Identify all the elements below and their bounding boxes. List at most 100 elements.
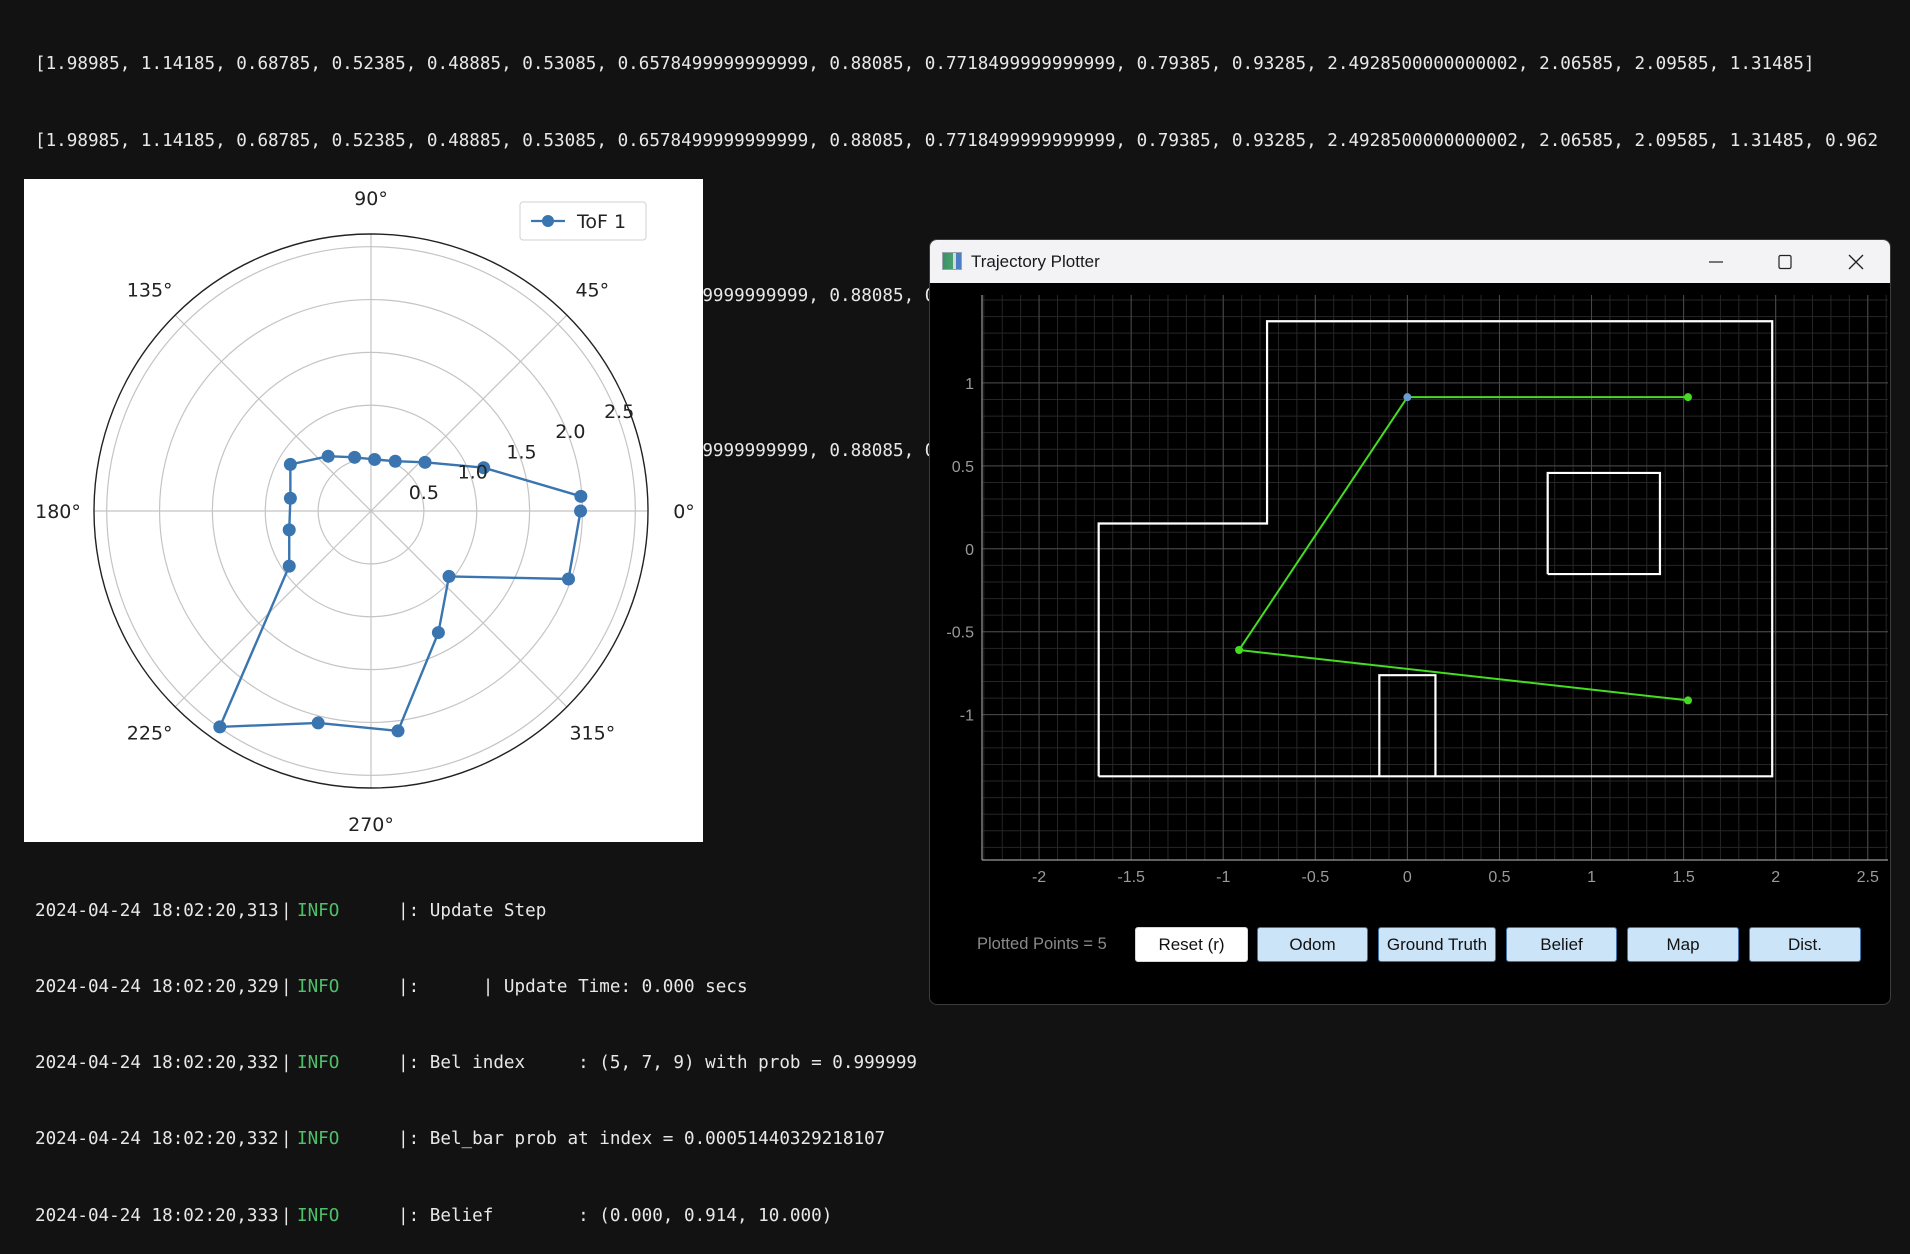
minimize-icon — [1709, 260, 1723, 263]
y-tick-label: -1 — [960, 708, 974, 725]
polar-spoke — [370, 510, 568, 708]
theta-tick-label: 270° — [348, 814, 394, 836]
y-tick-label: 1 — [965, 376, 974, 393]
polar-spoke — [174, 314, 372, 512]
polar-labels: 0° 45° 90° 135° 180° 225° 270° 315° 0.5 1.0 1.5 2.0… — [35, 188, 695, 836]
polar-data-point — [418, 455, 432, 469]
log-level: INFO — [297, 1129, 340, 1150]
log-timestamp: 2024-04-24 18:02:20,333 — [35, 1205, 279, 1226]
log-message: |: | Update Time: 0.000 secs — [398, 977, 748, 998]
terminal-line: [1.98985, 1.14185, 0.68785, 0.52385, 0.4… — [35, 53, 1815, 74]
legend-marker — [542, 215, 554, 227]
theta-tick-label: 45° — [575, 280, 609, 302]
polar-chart: 0° 45° 90° 135° 180° 225° 270° 315° 0.5 1.0 1.5 2.0… — [35, 188, 695, 836]
window-title: Trajectory Plotter — [971, 252, 1100, 271]
x-tick-label: 1 — [1587, 869, 1596, 886]
polar-series-line — [217, 454, 582, 733]
r-tick-label: 1.5 — [506, 441, 536, 463]
x-tick-label: 1.5 — [1672, 869, 1694, 886]
polar-data-point — [213, 720, 227, 734]
log-separator: | — [281, 1205, 292, 1226]
polar-data-point — [283, 491, 297, 505]
title-bar[interactable]: Trajectory Plotter — [930, 240, 1890, 283]
polar-data-point — [574, 504, 588, 518]
log-separator: | — [281, 1053, 292, 1074]
polar-data-point — [368, 452, 382, 466]
y-tick-label: 0 — [965, 542, 974, 559]
polar-data-point — [282, 559, 296, 573]
polar-data-point — [311, 716, 325, 730]
x-tick-label: -0.5 — [1302, 869, 1330, 886]
control-bar: Plotted Points = 5 Reset (r) Odom Ground… — [930, 927, 1890, 963]
r-tick-label: 1.0 — [458, 462, 488, 484]
x-tick-label: 2.5 — [1857, 869, 1879, 886]
log-output: 2024-04-24 18:02:20,313 | INFO |: Update St… — [35, 848, 917, 1254]
log-message: |: Belief : (0.000, 0.914, 10.000) — [398, 1205, 833, 1226]
polar-data-point — [391, 724, 405, 738]
polar-data-point — [348, 450, 362, 464]
x-tick-label: -2 — [1032, 869, 1046, 886]
dist-button[interactable]: Dist. — [1749, 927, 1861, 962]
x-tick-label: -1.5 — [1117, 869, 1145, 886]
trajectory-plotter-window: Trajectory Plotter -2 -1.5 -1 -0.5 0 0.5 1 1.5 2… — [929, 239, 1891, 1005]
legend: ToF 1 — [519, 201, 647, 241]
polar-data-point — [431, 626, 445, 640]
log-separator: | — [281, 900, 292, 921]
legend-label: ToF 1 — [576, 211, 626, 233]
trajectory-plot[interactable]: -2 -1.5 -1 -0.5 0 0.5 1 1.5 2 2.5 1 0.5 0 -0.5 -1 — [930, 283, 1890, 923]
log-entry: 2024-04-24 18:02:20,332 | INFO |: Bel index… — [35, 1051, 917, 1076]
polar-data-point — [574, 489, 588, 503]
theta-tick-label: 315° — [569, 722, 615, 744]
polar-plot-figure: 0° 45° 90° 135° 180° 225° 270° 315° 0.5 1.0 1.5 2.0… — [24, 179, 703, 842]
map-button[interactable]: Map — [1627, 927, 1739, 962]
r-tick-label: 2.5 — [604, 401, 634, 423]
map-wall — [1546, 471, 1662, 576]
log-separator: | — [281, 1129, 292, 1150]
trajectory-point — [1684, 696, 1693, 705]
polar-data-point — [442, 569, 456, 583]
polar-data-point — [321, 449, 335, 463]
log-entry: 2024-04-24 18:02:20,313 | INFO |: Update St… — [35, 899, 917, 924]
log-level: INFO — [297, 1205, 340, 1226]
belief-point — [1403, 393, 1412, 402]
plotted-points-label: Plotted Points = 5 — [977, 935, 1107, 953]
x-tick-label: 0.5 — [1488, 869, 1510, 886]
x-tick-label: 2 — [1771, 869, 1780, 886]
r-tick-label: 2.0 — [555, 421, 585, 443]
theta-tick-label: 180° — [35, 501, 81, 523]
trajectory-point — [1684, 393, 1693, 402]
x-tick-label: -1 — [1216, 869, 1230, 886]
ground-truth-button[interactable]: Ground Truth — [1378, 927, 1496, 962]
log-level: INFO — [297, 1053, 340, 1074]
close-icon — [1848, 254, 1864, 269]
log-entry: 2024-04-24 18:02:20,332 | INFO |: Bel_bar p… — [35, 1127, 917, 1152]
polar-data-point — [562, 572, 576, 586]
belief-button[interactable]: Belief — [1506, 927, 1617, 962]
polar-series-tof-1 — [213, 449, 588, 738]
polar-data-point — [282, 523, 296, 537]
trajectory-segment — [1238, 648, 1689, 702]
log-entry: 2024-04-24 18:02:20,329 | INFO |: | Update … — [35, 975, 917, 1000]
polar-grid — [93, 233, 649, 789]
polar-data-point — [388, 454, 402, 468]
minimize-button[interactable] — [1686, 240, 1746, 283]
y-tick-label: -0.5 — [946, 625, 974, 642]
terminal-line: [1.98985, 1.14185, 0.68785, 0.52385, 0.4… — [35, 130, 1879, 151]
theta-tick-label: 225° — [127, 722, 173, 744]
reset-button[interactable]: Reset (r) — [1135, 927, 1248, 962]
log-level: INFO — [297, 977, 340, 998]
log-message: |: Update Step — [398, 900, 547, 921]
theta-tick-label: 0° — [673, 501, 695, 523]
polar-spoke — [174, 510, 372, 708]
log-entry: 2024-04-24 18:02:20,333 | INFO |: Belief : … — [35, 1204, 917, 1229]
maximize-button[interactable] — [1755, 240, 1815, 283]
log-separator: | — [281, 977, 292, 998]
log-timestamp: 2024-04-24 18:02:20,313 — [35, 900, 279, 921]
log-timestamp: 2024-04-24 18:02:20,329 — [35, 977, 279, 998]
x-tick-label: 0 — [1403, 869, 1412, 886]
odom-button[interactable]: Odom — [1257, 927, 1368, 962]
theta-tick-label: 90° — [354, 188, 388, 210]
trajectory-point — [1235, 645, 1244, 654]
close-button[interactable] — [1826, 240, 1886, 283]
r-tick-label: 0.5 — [409, 482, 439, 504]
